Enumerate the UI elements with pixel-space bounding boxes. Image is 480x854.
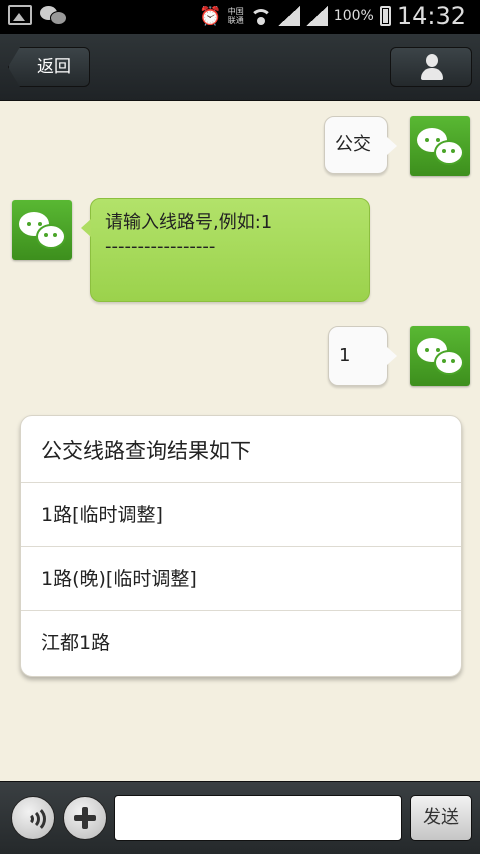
wechat-notification-icon [40,5,67,25]
official-account-avatar-icon[interactable] [12,200,72,260]
person-icon [421,54,443,80]
received-message-bubble[interactable]: 请输入线路号,例如:1 ----------------- [81,198,370,302]
message-input[interactable] [114,795,402,841]
battery-icon [379,6,391,26]
route-item[interactable]: 江都1路 [21,611,461,675]
input-bar: 发送 [0,781,480,854]
send-button[interactable]: 发送 [410,795,472,841]
route-item[interactable]: 1路(晚)[临时调整] [21,547,461,611]
title-bar: 返回 [0,34,480,101]
more-options-button[interactable] [63,796,107,840]
carrier-label: 中国 联通 [228,7,244,25]
message-line: 请输入线路号,例如:1 [105,212,273,233]
route-item[interactable]: 1路[临时调整] [21,483,461,547]
clock-time: 14:32 [396,2,466,30]
battery-percent: 100% [333,8,374,24]
result-card-title: 公交线路查询结果如下 [21,416,461,483]
system-icons: ⏰ 中国 联通 100% 14:32 [199,2,466,30]
wifi-icon [249,7,272,25]
message-divider-line: ----------------- [105,236,216,257]
status-bar: ⏰ 中国 联通 100% 14:32 [0,0,480,34]
carrier-line2: 联通 [227,16,244,25]
back-button[interactable]: 返回 [8,47,90,87]
message-text: 1 [339,345,351,366]
voice-icon [24,805,46,833]
carrier-line1: 中国 [227,7,244,16]
bus-route-result-card: 公交线路查询结果如下 1路[临时调整] 1路(晚)[临时调整] 江都1路 [20,415,462,677]
signal-icon-2 [305,6,328,26]
alarm-clock-icon: ⏰ [199,5,222,27]
sent-message-bubble[interactable]: 1 [328,326,397,386]
sent-message-bubble[interactable]: 公交 [324,116,397,174]
plus-icon [74,807,96,829]
message-text: 公交 [335,134,371,155]
profile-button[interactable] [390,47,472,87]
notification-icons [8,5,67,25]
voice-input-button[interactable] [11,796,55,840]
image-notification-icon [8,5,32,25]
my-avatar-icon[interactable] [410,116,470,176]
signal-icon [277,6,300,26]
my-avatar-icon[interactable] [410,326,470,386]
